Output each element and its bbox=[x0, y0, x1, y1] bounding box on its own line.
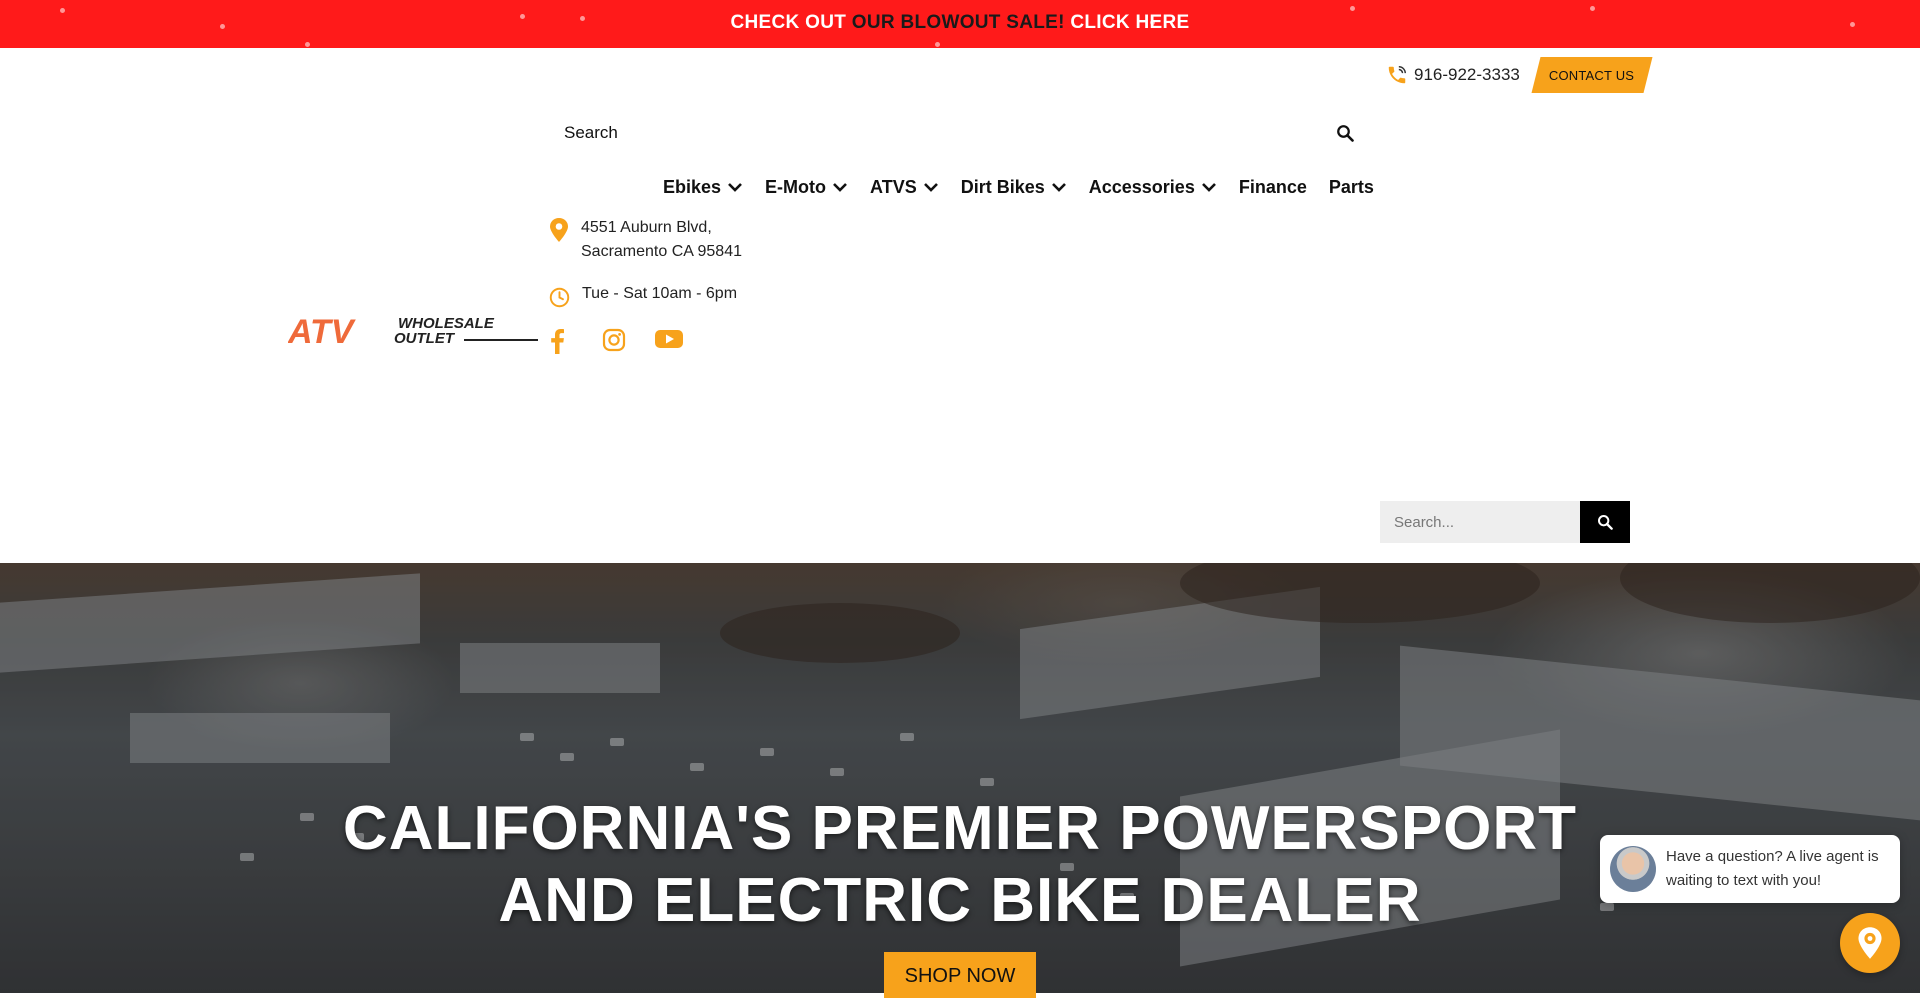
nav-label: E-Moto bbox=[765, 176, 827, 197]
nav-label: Accessories bbox=[1088, 176, 1195, 197]
nav-item-dirt-bikes[interactable]: Dirt Bikes bbox=[961, 177, 1067, 198]
shop-now-button[interactable]: SHOP NOW bbox=[884, 952, 1036, 998]
instagram-icon bbox=[602, 328, 626, 352]
address-line-1: 4551 Auburn Blvd, bbox=[581, 219, 712, 236]
logo-text-atv: ATV bbox=[288, 313, 357, 347]
confetti-dot bbox=[1350, 6, 1355, 11]
promo-text-2[interactable]: OUR BLOWOUT SALE! bbox=[852, 12, 1065, 33]
site-logo[interactable]: ATV WHOLESALE OUTLET bbox=[287, 313, 540, 351]
phone-link[interactable]: 916-922-3333 bbox=[1386, 63, 1520, 87]
facebook-link[interactable] bbox=[549, 328, 602, 354]
nav-label: ATVS bbox=[870, 176, 917, 197]
chevron-down-icon bbox=[1201, 183, 1216, 192]
clock-icon bbox=[549, 287, 570, 308]
contact-us-button[interactable]: CONTACT US bbox=[1531, 57, 1653, 93]
contact-us-label: CONTACT US bbox=[1549, 67, 1635, 83]
social-links bbox=[549, 328, 708, 354]
hours-text: Tue - Sat 10am - 6pm bbox=[582, 285, 738, 302]
chevron-down-icon bbox=[1051, 183, 1066, 192]
nav-label: Ebikes bbox=[663, 176, 722, 197]
address-line-2: Sacramento CA 95841 bbox=[581, 243, 742, 260]
chat-launcher-button[interactable] bbox=[1840, 913, 1900, 973]
chevron-down-icon bbox=[833, 183, 847, 192]
location-pin-icon bbox=[1858, 927, 1882, 959]
confetti-dot bbox=[1590, 6, 1595, 11]
nav-item-atvs[interactable]: ATVS bbox=[870, 177, 939, 198]
promo-banner[interactable]: CHECK OUT OUR BLOWOUT SALE! CLICK HERE bbox=[0, 0, 1920, 48]
nav-item-parts[interactable]: Parts bbox=[1329, 177, 1374, 198]
instagram-link[interactable] bbox=[602, 328, 655, 354]
search-icon bbox=[1598, 515, 1613, 530]
location-pin-icon bbox=[550, 218, 568, 242]
search-input[interactable] bbox=[554, 122, 1306, 144]
nav-label: Finance bbox=[1238, 176, 1307, 197]
confetti-dot bbox=[305, 42, 310, 47]
promo-text-1[interactable]: CHECK OUT bbox=[731, 12, 852, 33]
secondary-search-button[interactable] bbox=[1580, 501, 1630, 543]
nav-item-accessories[interactable]: Accessories bbox=[1089, 177, 1217, 198]
phone-icon bbox=[1388, 66, 1406, 84]
nav-item-emoto[interactable]: E-Moto bbox=[765, 177, 848, 198]
confetti-dot bbox=[935, 42, 940, 47]
chat-message: Have a question? A live agent is waiting… bbox=[1666, 848, 1879, 889]
search-icon[interactable] bbox=[1336, 124, 1354, 142]
nav-label: Parts bbox=[1328, 176, 1374, 197]
logo-mark: ATV WHOLESALE OUTLET bbox=[287, 313, 538, 351]
youtube-link[interactable] bbox=[655, 328, 708, 354]
chat-prompt[interactable]: Have a question? A live agent is waiting… bbox=[1600, 835, 1900, 903]
nav-label: Dirt Bikes bbox=[960, 176, 1045, 197]
promo-text-3[interactable]: CLICK HERE bbox=[1065, 12, 1190, 33]
nav-item-finance[interactable]: Finance bbox=[1239, 177, 1307, 198]
promo-text[interactable]: CHECK OUT OUR BLOWOUT SALE! CLICK HERE bbox=[0, 12, 1920, 34]
chevron-down-icon bbox=[923, 183, 938, 192]
youtube-icon bbox=[655, 330, 683, 348]
facebook-icon bbox=[551, 329, 564, 354]
main-search bbox=[554, 118, 1354, 148]
chevron-down-icon bbox=[728, 183, 742, 192]
agent-avatar bbox=[1610, 846, 1656, 892]
phone-number[interactable]: 916-922-3333 bbox=[1414, 65, 1520, 85]
nav-item-ebikes[interactable]: Ebikes bbox=[663, 177, 743, 198]
main-nav: Ebikes E-Moto ATVS Dirt Bikes Accessorie… bbox=[663, 174, 1374, 200]
hours-block: Tue - Sat 10am - 6pm bbox=[549, 285, 737, 308]
secondary-search bbox=[1380, 501, 1630, 543]
logo-text-bottom: OUTLET bbox=[394, 330, 456, 347]
address-block: 4551 Auburn Blvd, Sacramento CA 95841 bbox=[549, 216, 742, 264]
secondary-search-input[interactable] bbox=[1380, 501, 1580, 543]
hero-section: CALIFORNIA'S PREMIER POWERSPORT AND ELEC… bbox=[0, 563, 1920, 993]
